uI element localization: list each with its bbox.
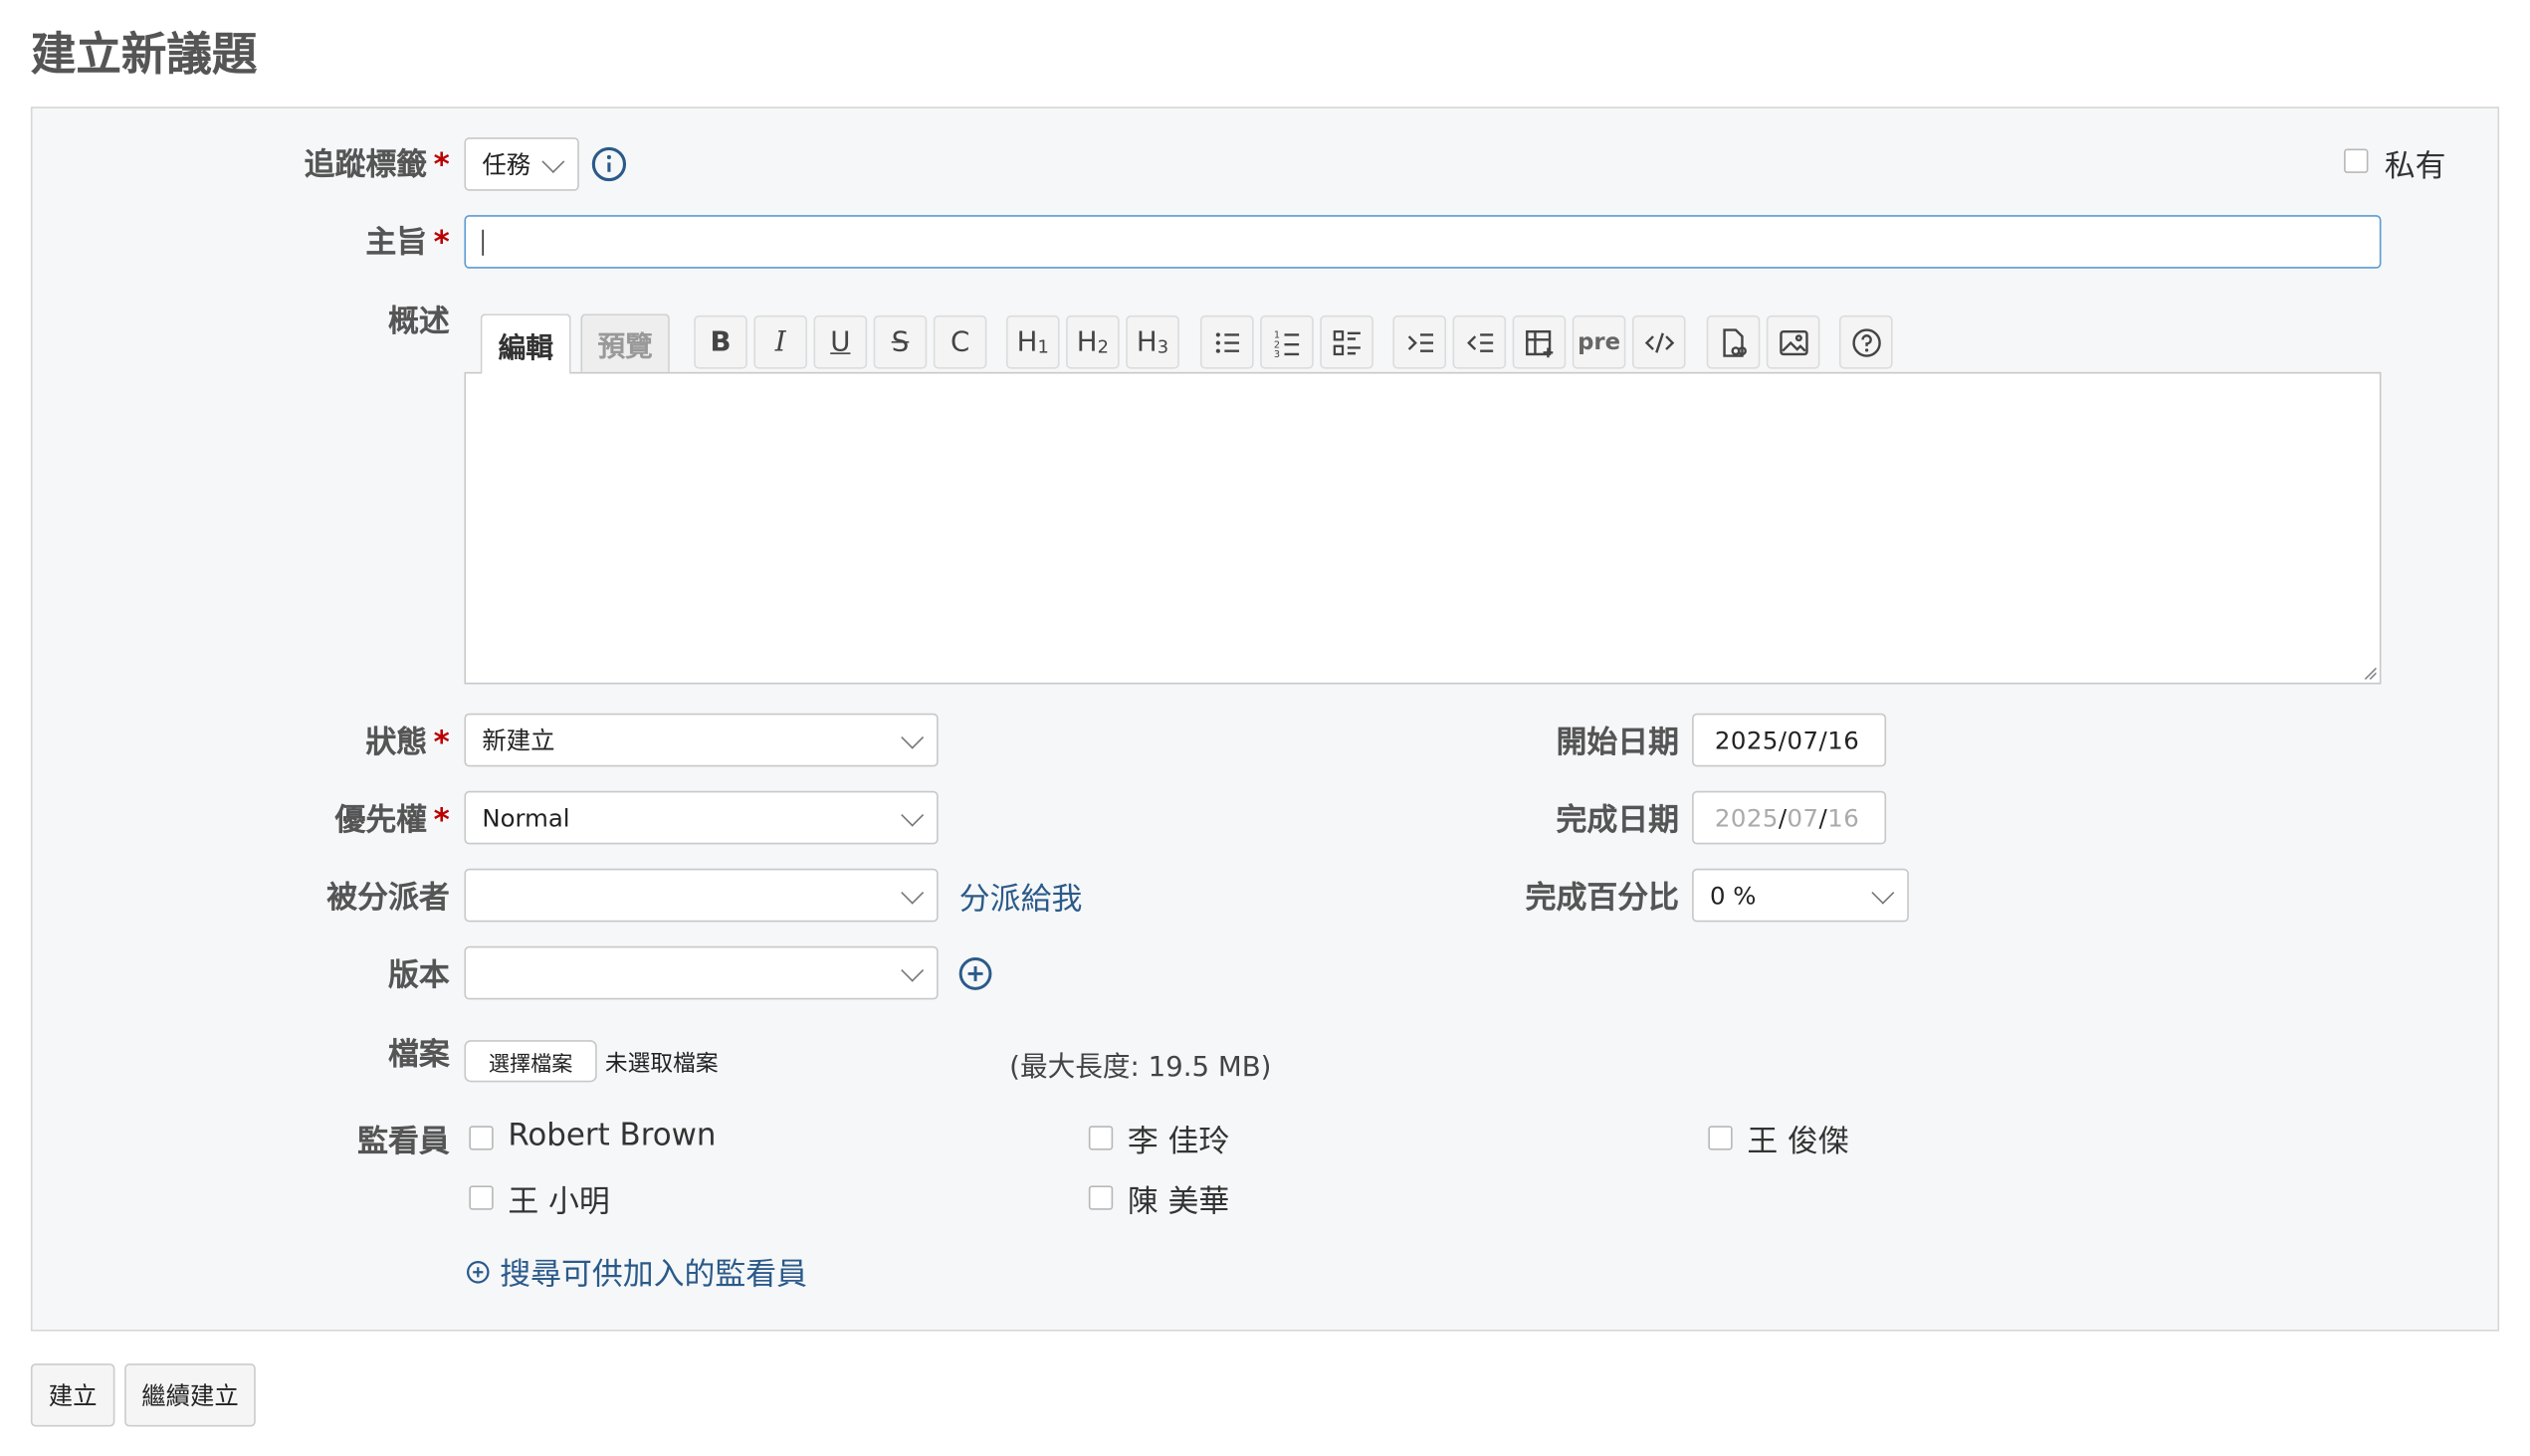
watcher-checkbox[interactable] [1708,1126,1733,1150]
tracker-select-value: 任務 [482,150,531,180]
inline-code-button[interactable]: C [933,314,987,369]
max-file-size: (最大長度: 19.5 MB) [1009,1051,1272,1084]
indent-icon [1406,332,1433,352]
due-date-day: 16 [1827,802,1860,833]
heading1-button[interactable]: H1 [1005,314,1060,369]
bullet-list-icon [1214,331,1239,352]
chevron-down-icon [1871,880,1895,904]
code-block-button[interactable] [1631,314,1686,369]
chevron-down-icon [901,802,925,826]
assignee-select[interactable] [464,868,939,923]
due-date-year: 2025 [1714,802,1779,833]
svg-text:3: 3 [1273,348,1279,358]
chevron-down-icon [901,725,925,748]
add-version-icon[interactable] [957,956,993,992]
indent-button[interactable] [1392,314,1447,369]
link-file-button[interactable] [1706,314,1761,369]
subject-label: 主旨 * [365,224,450,261]
file-link-icon [1722,327,1747,356]
start-date-input[interactable]: 2025/07/16 [1692,713,1887,767]
underline-button[interactable]: U [813,314,868,369]
tracker-select[interactable]: 任務 [464,137,579,191]
no-file-text: 未選取檔案 [604,1051,719,1078]
heading2-button[interactable]: H2 [1066,314,1120,369]
version-label: 版本 [388,957,450,993]
preformatted-button[interactable]: pre [1572,314,1626,369]
heading3-button[interactable]: H3 [1126,314,1179,369]
choose-file-button[interactable]: 選擇檔案 [464,1040,597,1083]
tab-edit[interactable]: 編輯 [480,313,571,374]
chevron-down-icon [901,880,925,904]
table-icon [1525,329,1553,357]
numbered-list-icon: 123 [1273,329,1299,358]
watcher-name: Robert Brown [508,1118,717,1153]
private-label: 私有 [2384,148,2446,185]
bold-button[interactable]: B [694,314,747,369]
italic-button[interactable]: I [753,314,808,369]
insert-image-button[interactable] [1766,314,1820,369]
image-icon [1779,329,1807,355]
create-button[interactable]: 建立 [30,1363,115,1427]
watchers-label: 監看員 [357,1124,450,1160]
unordered-list-button[interactable] [1199,314,1254,369]
watcher-name: 王 小明 [508,1183,610,1220]
ordered-list-button[interactable]: 123 [1260,314,1314,369]
version-select[interactable] [464,945,939,1000]
add-circle-icon [467,1261,490,1284]
watcher-checkbox[interactable] [1088,1126,1114,1150]
page-title: 建立新議題 [30,27,258,82]
due-date-input[interactable]: 2025/07/16 [1692,790,1887,845]
priority-label: 優先權 * [334,802,450,838]
status-select[interactable]: 新建立 [464,713,939,767]
watcher-checkbox[interactable] [1088,1185,1114,1210]
watcher-name: 陳 美華 [1127,1183,1230,1220]
due-date-label: 完成日期 [1556,802,1680,838]
outdent-icon [1466,332,1493,352]
description-textarea[interactable] [464,371,2382,685]
code-icon [1644,331,1674,352]
task-list-button[interactable] [1320,314,1373,369]
chevron-down-icon [901,957,925,981]
assign-to-me-link[interactable]: 分派給我 [959,875,1083,919]
watcher-checkbox[interactable] [469,1126,494,1150]
help-icon [1851,327,1881,356]
done-ratio-label: 完成百分比 [1525,880,1680,916]
text-cursor [482,229,484,256]
tracker-label: 追蹤標籤 * [304,146,450,183]
table-button[interactable] [1512,314,1567,369]
tab-preview[interactable]: 預覽 [580,313,670,372]
assignee-label: 被分派者 [326,880,450,916]
watcher-name: 李 佳玲 [1127,1124,1230,1160]
status-label: 狀態 * [365,725,450,760]
search-watchers-link[interactable]: 搜尋可供加入的監看員 [466,1250,807,1294]
start-date-label: 開始日期 [1556,725,1680,760]
outdent-button[interactable] [1452,314,1507,369]
done-ratio-select[interactable]: 0 % [1692,868,1909,923]
status-select-value: 新建立 [482,726,555,756]
chevron-down-icon [541,149,565,173]
search-watchers-text: 搜尋可供加入的監看員 [500,1256,808,1293]
info-icon[interactable] [590,145,627,182]
file-label: 檔案 [388,1036,450,1073]
description-label: 概述 [388,304,450,340]
done-ratio-value: 0 % [1709,880,1757,911]
watcher-name: 王 俊傑 [1747,1124,1849,1160]
help-button[interactable] [1838,314,1893,369]
subject-input[interactable] [464,215,2382,269]
resize-handle-icon[interactable] [2364,667,2377,680]
priority-select[interactable]: Normal [464,790,939,845]
priority-select-value: Normal [482,802,570,833]
create-and-continue-button[interactable]: 繼續建立 [124,1363,256,1427]
private-checkbox[interactable] [2344,148,2369,173]
due-date-month: 07 [1787,802,1819,833]
checklist-icon [1332,329,1361,355]
strikethrough-button[interactable]: S [873,314,928,369]
watcher-checkbox[interactable] [469,1185,494,1210]
